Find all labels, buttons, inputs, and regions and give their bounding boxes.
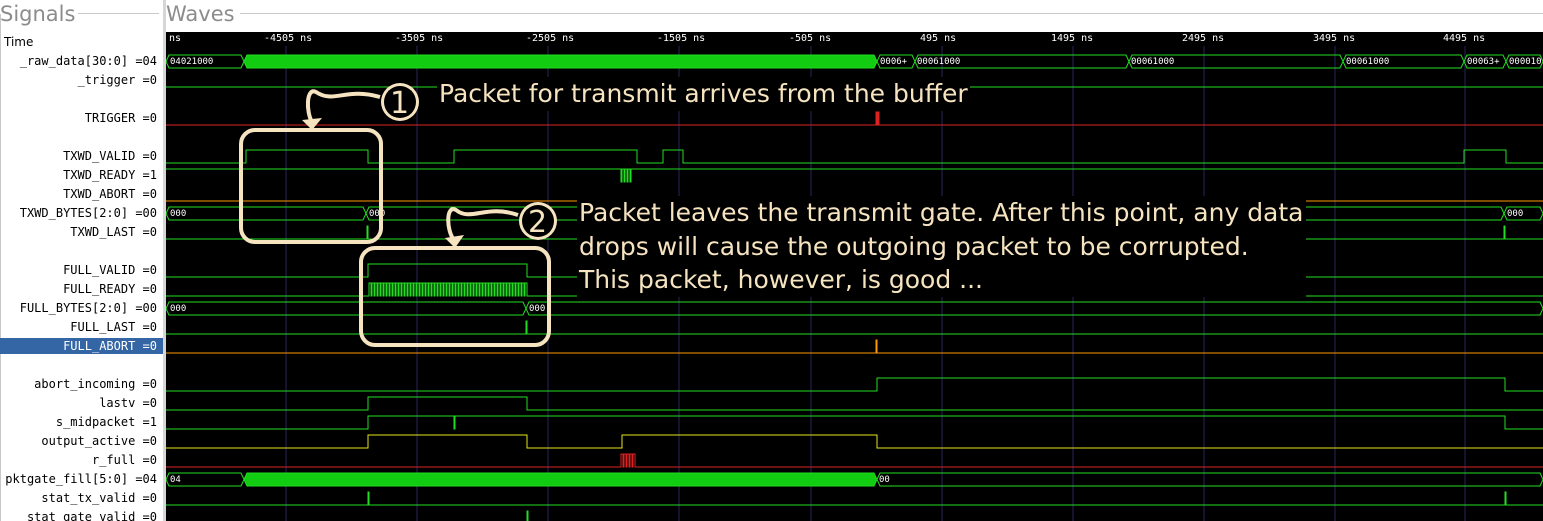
bus-value-label: 000: [170, 209, 186, 219]
signal-row-label[interactable]: TXWD_LAST =0: [70, 224, 157, 240]
time-tick-label: -1505 ns: [657, 33, 705, 44]
signal-row-label[interactable]: stat_gate_valid =0: [27, 509, 157, 521]
signal-row-label[interactable]: abort_incoming =0: [34, 376, 157, 392]
signal-row-label[interactable]: TRIGGER =0: [85, 110, 157, 126]
annotation-2-text: Packet leaves the transmit gate. After t…: [577, 196, 1306, 297]
annotation-2-line-3: This packet, however, is good ...: [579, 265, 983, 294]
signal-row-label[interactable]: _raw_data[30:0] =04: [20, 53, 157, 69]
signal-row-label[interactable]: FULL_ABORT =0: [0, 338, 163, 354]
bus-value-label: 00061000: [1346, 57, 1389, 67]
signal-row-label[interactable]: TXWD_BYTES[2:0] =00: [20, 205, 157, 221]
waves-pane-title: Waves: [166, 2, 235, 26]
signal-row-label[interactable]: TXWD_READY =1: [63, 167, 157, 183]
bus-value-label: 000: [170, 304, 186, 314]
signal-row-label[interactable]: s_midpacket =1: [56, 414, 157, 430]
annotation-2-line-2: drops will cause the outgoing packet to …: [579, 231, 1249, 261]
bus-value-label: 000: [1507, 209, 1523, 219]
bus-value-label: 000: [529, 304, 545, 314]
bus-value-label: 00061000: [917, 57, 960, 67]
signal-row-label[interactable]: r_full =0: [92, 452, 157, 468]
signal-row-label[interactable]: _trigger =0: [78, 72, 157, 88]
bus-value-label: 00061000: [1131, 57, 1174, 67]
signal-row-label[interactable]: FULL_VALID =0: [63, 262, 157, 278]
signal-row-label[interactable]: FULL_READY =0: [63, 281, 157, 297]
annotation-2-line-1: Packet leaves the transmit gate. After t…: [579, 198, 1304, 227]
waves-pane-header: Waves: [166, 0, 1543, 32]
time-tick-label: 495 ns: [920, 33, 956, 44]
signal-row-label[interactable]: FULL_BYTES[2:0] =00: [20, 300, 157, 316]
bus-value-label: 00063+: [1467, 57, 1500, 67]
signal-row-label[interactable]: FULL_LAST =0: [70, 319, 157, 335]
annotation-1-marker-number: 1: [390, 86, 409, 121]
bus-value-label: 0006+: [880, 57, 908, 67]
time-tick-label: 4495 ns: [1443, 33, 1485, 44]
time-tick-label: -2505 ns: [526, 33, 574, 44]
signals-frame-line: [0, 14, 1, 521]
bus-value-label: 04: [170, 475, 181, 485]
signals-pane-title: Signals: [0, 2, 76, 26]
annotation-1-text: Packet for transmit arrives from the buf…: [437, 77, 970, 111]
signal-row-label[interactable]: TXWD_VALID =0: [63, 148, 157, 164]
annotation-2-marker-number: 2: [528, 205, 547, 240]
signals-title-rule: [78, 13, 159, 14]
signal-row-label[interactable]: output_active =0: [41, 433, 157, 449]
bus-value-label: 000010: [1509, 57, 1542, 67]
waves-title-rule: [240, 13, 1543, 14]
bus-value-label: 00: [879, 475, 890, 485]
time-tick-label: -4505 ns: [264, 33, 312, 44]
time-unit-label: ns: [169, 33, 181, 44]
pktgate-fill-bus: [243, 472, 878, 487]
signal-row-label[interactable]: lastv =0: [99, 395, 157, 411]
signal-row-label[interactable]: TXWD_ABORT =0: [63, 186, 157, 202]
time-tick-label: 2495 ns: [1182, 33, 1224, 44]
time-tick-label: -3505 ns: [395, 33, 443, 44]
bus-value-label: 04021000: [170, 57, 213, 67]
time-label: Time: [4, 35, 34, 49]
time-tick-label: -505 ns: [789, 33, 831, 44]
signal-row-label[interactable]: stat_tx_valid =0: [41, 490, 157, 506]
signals-pane: Signals Time _raw_data[30:0] =04 _trigger…: [0, 0, 163, 521]
time-tick-label: 1495 ns: [1051, 33, 1093, 44]
raw-data-bus: [243, 54, 878, 69]
signal-row-label[interactable]: pktgate_fill[5:0] =04: [5, 471, 157, 487]
time-tick-label: 3495 ns: [1313, 33, 1355, 44]
